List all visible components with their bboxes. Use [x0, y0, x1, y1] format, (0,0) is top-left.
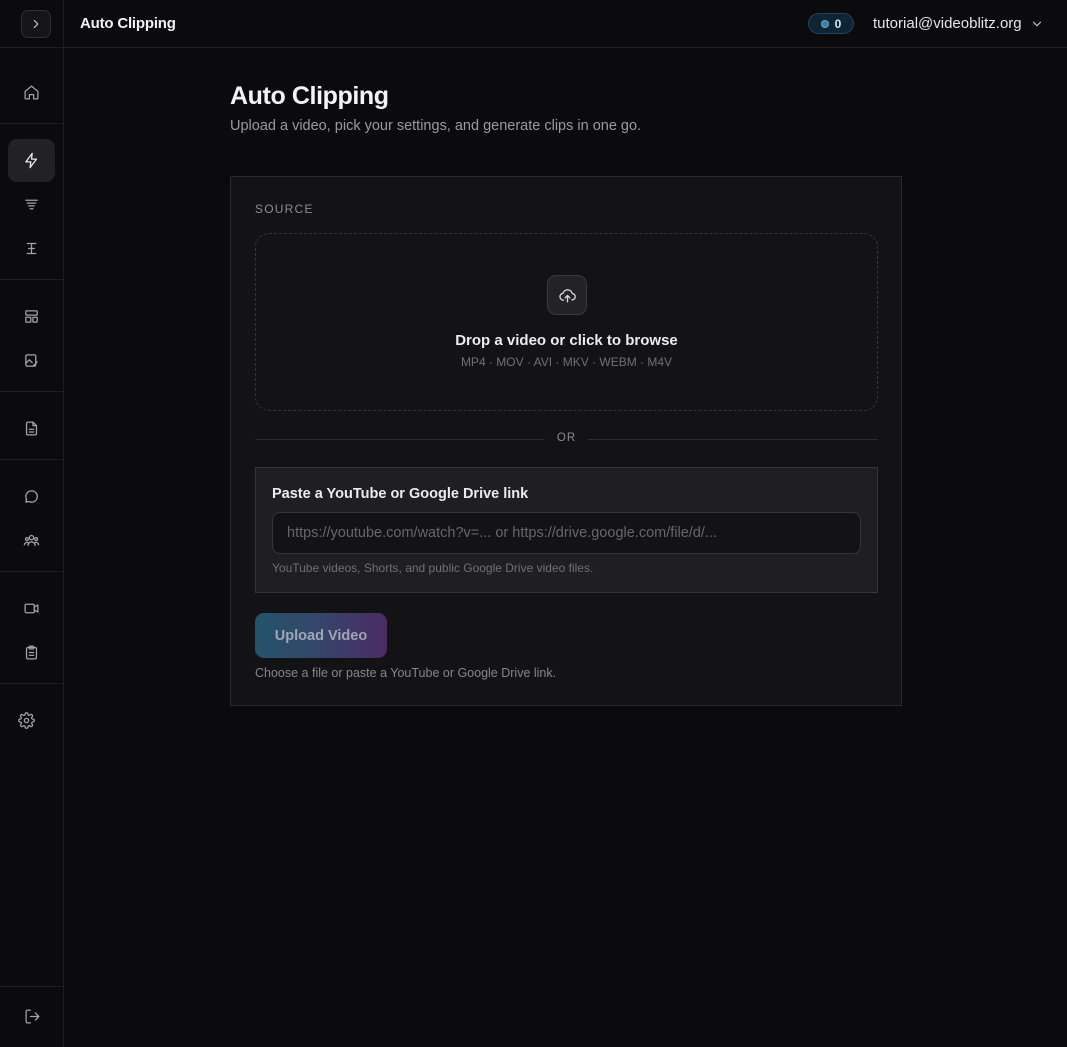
sidebar: [0, 0, 64, 1047]
clipboard-icon: [25, 645, 38, 660]
sidebar-divider: [0, 123, 63, 124]
upload-hint: Choose a file or paste a YouTube or Goog…: [255, 666, 557, 680]
video-camera-icon: [24, 603, 39, 614]
image-edit-icon: [25, 354, 38, 367]
upload-icon-box: [547, 275, 587, 315]
sidebar-item-image-edit[interactable]: [8, 339, 55, 382]
sidebar-divider: [0, 391, 63, 392]
document-icon: [25, 421, 38, 436]
file-dropzone[interactable]: Drop a video or click to browse MP4 · MO…: [255, 233, 878, 411]
account-menu[interactable]: tutorial@videoblitz.org: [873, 15, 1044, 32]
credit-coin-icon: [820, 19, 829, 28]
top-header: Auto Clipping 0 tutorial@videoblitz.org: [64, 0, 1067, 48]
sidebar-item-chat[interactable]: [8, 475, 55, 518]
video-link-input[interactable]: [272, 512, 861, 554]
sidebar-divider: [0, 683, 63, 684]
credits-badge[interactable]: 0: [808, 13, 854, 34]
sidebar-item-text[interactable]: [8, 227, 55, 270]
logout-icon: [24, 1009, 40, 1024]
dropzone-title: Drop a video or click to browse: [455, 332, 678, 349]
sidebar-item-home[interactable]: [8, 71, 55, 114]
sidebar-item-auto-clipping[interactable]: [8, 139, 55, 182]
sidebar-divider: [0, 459, 63, 460]
dropzone-formats: MP4 · MOV · AVI · MKV · WEBM · M4V: [460, 355, 673, 369]
sidebar-item-documents[interactable]: [8, 407, 55, 450]
chevron-right-icon: [33, 19, 39, 29]
sidebar-item-logout[interactable]: [16, 995, 48, 1038]
link-label: Paste a YouTube or Google Drive link: [272, 486, 529, 502]
or-divider: OR: [255, 431, 878, 447]
credits-count: 0: [834, 16, 842, 31]
sidebar-item-settings[interactable]: [3, 699, 50, 742]
layout-icon: [25, 310, 38, 323]
sidebar-item-layout[interactable]: [8, 295, 55, 338]
header-title: Auto Clipping: [80, 15, 176, 32]
sidebar-divider: [0, 571, 63, 572]
upload-video-button[interactable]: Upload Video: [255, 613, 387, 658]
cloud-upload-icon: [558, 288, 576, 303]
text-cursor-icon: [26, 242, 37, 255]
sidebar-divider: [0, 279, 63, 280]
link-box: Paste a YouTube or Google Drive link You…: [255, 467, 878, 593]
sidebar-item-filter[interactable]: [8, 183, 55, 226]
home-icon: [24, 85, 39, 100]
page-title: Auto Clipping: [230, 82, 389, 110]
sidebar-divider: [0, 986, 63, 987]
sidebar-item-videos[interactable]: [8, 587, 55, 630]
filter-lines-icon: [25, 199, 38, 210]
link-hint: YouTube videos, Shorts, and public Googl…: [272, 561, 594, 575]
or-text: OR: [556, 432, 577, 444]
chevron-down-icon: [1032, 21, 1041, 26]
chat-bubble-icon: [25, 490, 38, 503]
source-section-label: SOURCE: [255, 202, 314, 216]
lightning-icon: [25, 152, 38, 169]
users-icon: [23, 534, 40, 547]
source-card: SOURCE Drop a video or click to browse M…: [230, 176, 902, 706]
account-email: tutorial@videoblitz.org: [873, 15, 1022, 32]
sidebar-divider: [0, 47, 63, 48]
settings-gear-icon: [18, 712, 35, 729]
sidebar-item-tasks[interactable]: [8, 631, 55, 674]
sidebar-toggle-button[interactable]: [21, 10, 51, 38]
sidebar-item-team[interactable]: [8, 519, 55, 562]
page-subtitle: Upload a video, pick your settings, and …: [230, 118, 642, 134]
